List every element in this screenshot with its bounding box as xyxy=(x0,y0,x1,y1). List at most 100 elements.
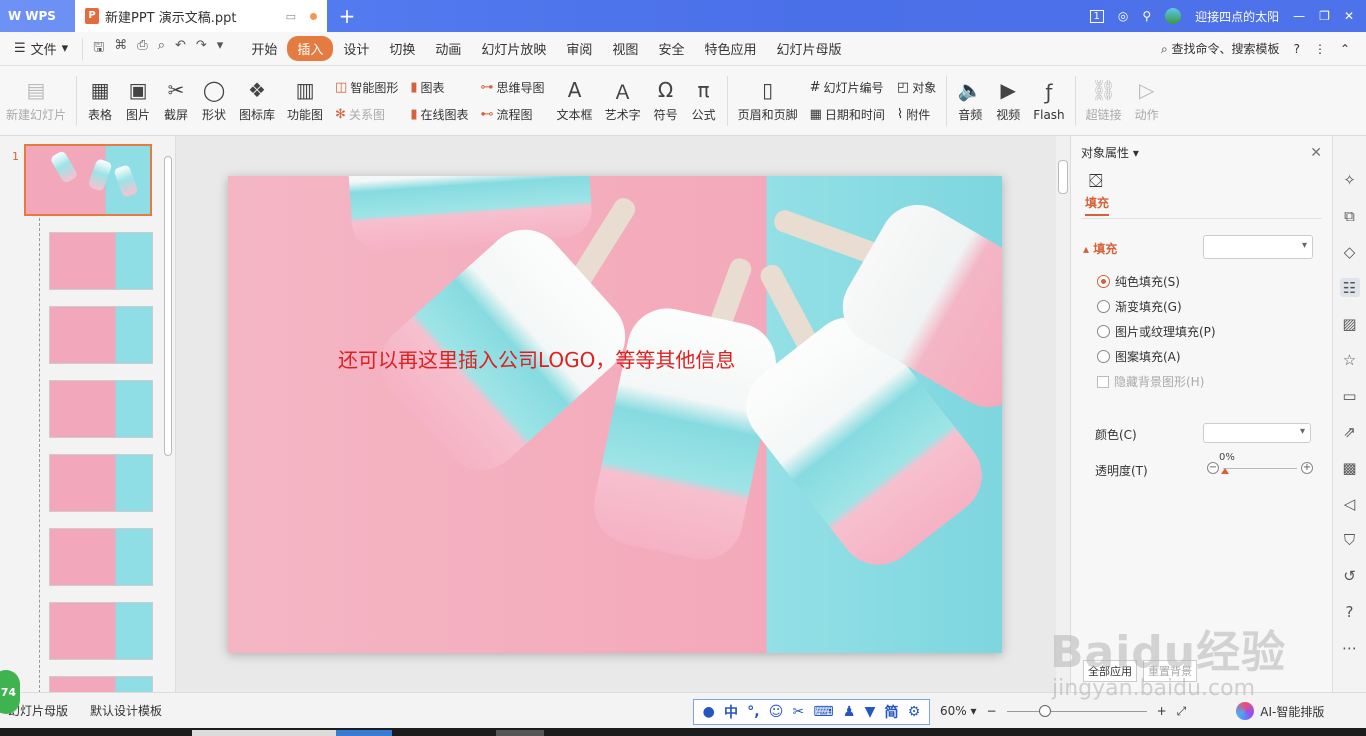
ime-emoji-icon[interactable]: ☺ xyxy=(769,704,784,720)
zoom-knob[interactable] xyxy=(1038,704,1051,717)
formula-button[interactable]: π 公式 xyxy=(685,70,723,132)
print-icon[interactable]: ⎙ xyxy=(137,38,147,60)
flash-button[interactable]: ƒ Flash xyxy=(1027,70,1070,132)
screenshot-button[interactable]: ✂ 截屏 xyxy=(157,70,195,132)
slide-master-editor[interactable]: 还可以再这里插入公司LOGO，等等其他信息 xyxy=(228,176,1002,653)
online-chart-button[interactable]: ▮ 在线图表 xyxy=(410,106,468,123)
help-circle-icon[interactable]: ? xyxy=(1340,602,1360,621)
radio-solid-fill[interactable]: 纯色填充(S) xyxy=(1097,273,1180,290)
save-icon[interactable]: 🖫 xyxy=(93,38,104,60)
header-footer-button[interactable]: ▯ 页眉和页脚 xyxy=(732,70,804,132)
image-edit-icon[interactable]: ▨ xyxy=(1340,314,1360,333)
monitor-icon[interactable]: ▭ xyxy=(286,10,296,23)
new-slide-button[interactable]: ▤ 新建幻灯片 xyxy=(0,70,72,132)
flowchart-button[interactable]: ⊷ 流程图 xyxy=(481,106,545,123)
radio-picture-fill[interactable]: 图片或纹理填充(P) xyxy=(1097,323,1216,340)
star-icon[interactable]: ☆ xyxy=(1340,350,1360,369)
audio-button[interactable]: 🔈 音频 xyxy=(951,70,989,132)
taskbar-item[interactable] xyxy=(192,730,336,736)
magic-icon[interactable]: ✧ xyxy=(1340,170,1360,189)
more-icon[interactable]: ⋮ xyxy=(1314,42,1326,56)
layout-thumbnail[interactable] xyxy=(49,380,153,438)
ime-logo-icon[interactable]: ● xyxy=(703,704,715,720)
action-button[interactable]: ▷ 动作 xyxy=(1128,70,1166,132)
ime-settings-icon[interactable]: ⚙ xyxy=(908,704,921,720)
shapes-icon[interactable]: ◇ xyxy=(1340,242,1360,261)
zoom-level[interactable]: 60% ▾ xyxy=(940,704,977,718)
skin-icon[interactable]: ◎ xyxy=(1118,9,1128,23)
zoom-slider[interactable] xyxy=(1006,704,1147,717)
wps-home-tab[interactable]: W WPS xyxy=(0,0,75,32)
mindmap-button[interactable]: ⊶ 思维导图 xyxy=(481,79,545,96)
image-icon[interactable]: ▩ xyxy=(1340,458,1360,477)
minus-icon[interactable]: − xyxy=(1207,462,1219,474)
layout-thumbnail[interactable] xyxy=(49,454,153,512)
menu-tab-10[interactable]: 幻灯片母版 xyxy=(766,36,851,61)
slider-knob[interactable] xyxy=(1221,468,1229,474)
canvas-scrollbar[interactable] xyxy=(1056,136,1070,692)
history-icon[interactable]: ↺ xyxy=(1340,566,1360,585)
chart-button[interactable]: ▮ 图表 xyxy=(410,79,468,96)
menu-tab-7[interactable]: 视图 xyxy=(602,36,648,61)
close-icon[interactable]: ✕ xyxy=(1310,145,1322,161)
more-dots-icon[interactable]: ⋯ xyxy=(1340,638,1360,657)
panel-title[interactable]: 对象属性 ▾ xyxy=(1081,144,1139,161)
slide-thumbnail[interactable] xyxy=(24,144,152,216)
minimize-icon[interactable]: — xyxy=(1293,9,1305,23)
color-dropdown[interactable] xyxy=(1203,423,1311,443)
fill-type-dropdown[interactable] xyxy=(1203,235,1313,259)
plus-icon[interactable]: + xyxy=(1301,462,1313,474)
menu-tab-9[interactable]: 特色应用 xyxy=(694,36,766,61)
thumbnail-scrollbar[interactable] xyxy=(162,142,174,690)
canvas-scroll-thumb[interactable] xyxy=(1058,160,1068,194)
menu-tab-5[interactable]: 幻灯片放映 xyxy=(471,36,556,61)
picture-button[interactable]: ▣ 图片 xyxy=(119,70,157,132)
share-icon[interactable]: ⇗ xyxy=(1340,422,1360,441)
ime-skin-icon[interactable]: ▼ xyxy=(865,704,876,720)
fit-window-icon[interactable]: ⤢ xyxy=(1177,704,1187,719)
ime-punctuation-icon[interactable]: °, xyxy=(747,704,759,720)
layout-thumbnail[interactable] xyxy=(49,602,153,660)
transparency-slider[interactable]: 0% − + xyxy=(1207,452,1313,478)
shape-button[interactable]: ◯ 形状 xyxy=(195,70,233,132)
menu-tab-4[interactable]: 动画 xyxy=(425,36,471,61)
datetime-button[interactable]: ▦ 日期和时间 xyxy=(810,106,885,123)
layout-thumbnail[interactable] xyxy=(49,676,153,692)
user-name[interactable]: 迎接四点的太阳 xyxy=(1195,8,1279,25)
copy-icon[interactable]: ⧉ xyxy=(1340,206,1360,225)
redo-icon[interactable]: ↷ xyxy=(196,38,207,60)
textbox-button[interactable]: A 文本框 xyxy=(551,70,599,132)
status-template[interactable]: 默认设计模板 xyxy=(90,702,162,719)
taskbar-item[interactable] xyxy=(496,730,544,736)
user-avatar[interactable] xyxy=(1165,8,1182,24)
smart-shape-button[interactable]: ◫ 智能图形 xyxy=(335,79,398,96)
customize-icon[interactable]: ▾ xyxy=(217,38,224,60)
ime-keyboard-icon[interactable]: ⌨ xyxy=(813,704,833,720)
menu-tab-2[interactable]: 设计 xyxy=(333,36,379,61)
fill-section-title[interactable]: ▴ 填充 xyxy=(1083,240,1117,257)
layout-thumbnail[interactable] xyxy=(49,232,153,290)
menu-tab-0[interactable]: 开始 xyxy=(241,36,287,61)
box-icon[interactable]: ▭ xyxy=(1340,386,1360,405)
icon-library-button[interactable]: ❖ 图标库 xyxy=(233,70,281,132)
settings-sliders-icon[interactable]: ☷ xyxy=(1339,278,1360,297)
shirt-icon[interactable]: ⚲ xyxy=(1142,9,1151,23)
wordart-button[interactable]: Ａ 艺术字 xyxy=(599,70,647,132)
menu-tab-1[interactable]: 插入 xyxy=(287,36,334,61)
radio-pattern-fill[interactable]: 图案填充(A) xyxy=(1097,348,1181,365)
apply-all-button[interactable]: 全部应用 xyxy=(1083,660,1137,682)
menu-tab-3[interactable]: 切换 xyxy=(379,36,425,61)
document-tab[interactable]: P 新建PPT 演示文稿.ppt ▭ xyxy=(75,0,327,32)
table-button[interactable]: ▦ 表格 xyxy=(81,70,119,132)
slide-number-button[interactable]: # 幻灯片编号 xyxy=(810,79,885,96)
thumbnail-scroll-thumb[interactable] xyxy=(164,156,172,456)
tab-fill[interactable]: 填充 xyxy=(1085,194,1110,216)
search-command[interactable]: ⌕ 查找命令、搜索模板 xyxy=(1161,40,1280,57)
taskbar-item[interactable] xyxy=(336,730,392,736)
object-button[interactable]: ◰ 对象 xyxy=(897,79,936,96)
ime-chinese-mode[interactable]: 中 xyxy=(724,702,738,722)
hide-background-checkbox[interactable]: 隐藏背景图形(H) xyxy=(1097,373,1204,390)
zoom-in-icon[interactable]: + xyxy=(1157,704,1167,718)
sound-icon[interactable]: ◁ xyxy=(1340,494,1360,513)
slide-text-logo-placeholder[interactable]: 还可以再这里插入公司LOGO，等等其他信息 xyxy=(338,344,735,373)
